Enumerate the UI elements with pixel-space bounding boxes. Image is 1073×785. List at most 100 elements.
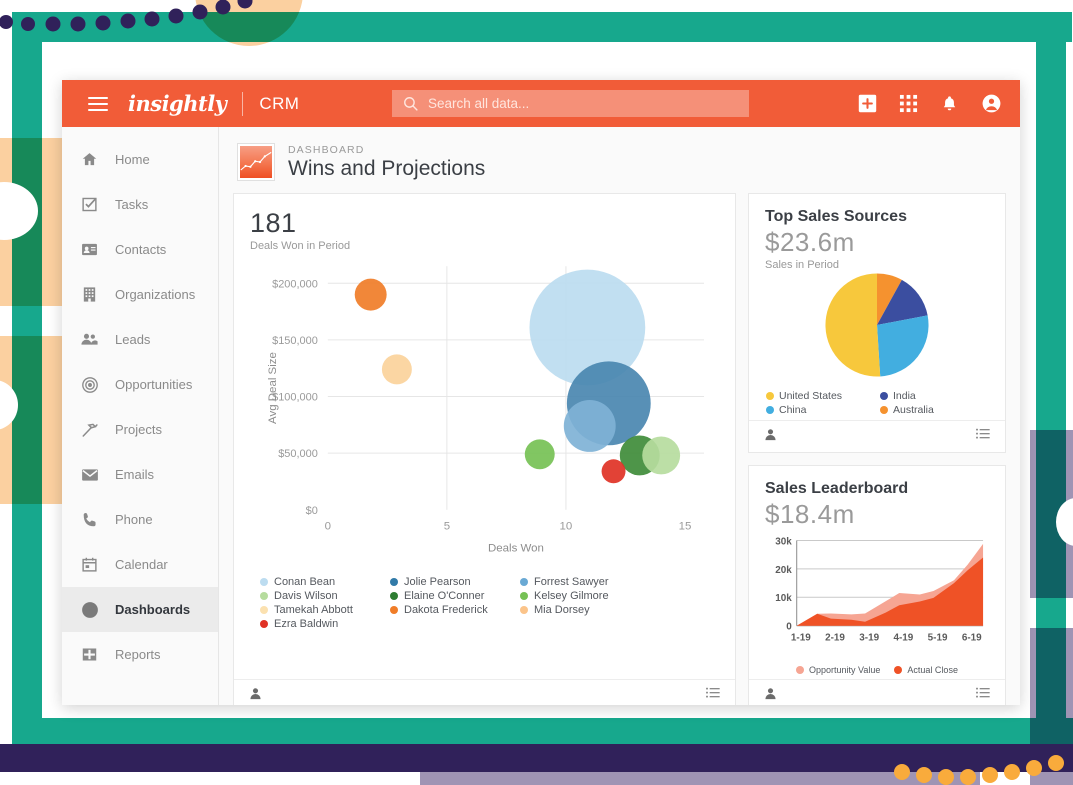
svg-text:2-19: 2-19 [825,633,845,644]
list-view-icon[interactable] [975,426,991,447]
sidebar-item-phone[interactable]: Phone [62,497,218,542]
area-chart[interactable]: 0 10k 20k 30k 1-19 2-19 3-19 4-19 5-19 6-19 [765,530,989,656]
legend-item[interactable]: Jolie Pearson [390,575,520,589]
legend-item[interactable]: Elaine O'Conner [390,589,520,603]
sidebar-item-label: Leads [115,332,151,347]
insightly-logo[interactable]: insightly [128,91,227,116]
svg-text:0: 0 [786,622,792,633]
legend-label: Conan Bean [274,576,336,588]
sidebar-item-home[interactable]: Home [62,137,218,182]
legend-swatch [260,620,268,628]
contacts-card-icon [80,240,99,259]
legend-label: Elaine O'Conner [404,590,485,602]
legend-item[interactable]: Opportunity Value [796,665,880,675]
legend-swatch [390,606,398,614]
legend-item[interactable]: China [766,404,874,416]
svg-text:0: 0 [325,521,331,533]
legend-item[interactable]: Davis Wilson [260,589,390,603]
area-card-body: Sales Leaderboard $18.4m 0 10k 20k 30k 1-19 2… [749,466,1005,679]
gauge-icon [80,600,99,619]
legend-swatch [766,406,774,414]
user-account-icon[interactable] [981,93,1002,114]
legend-label: Davis Wilson [274,590,338,602]
svg-text:$150,000: $150,000 [272,335,318,347]
sidebar-item-label: Organizations [115,287,196,302]
target-icon [80,375,99,394]
legend-item[interactable]: Ezra Baldwin [260,617,390,631]
sidebar-item-leads[interactable]: Leads [62,317,218,362]
sidebar-item-calendar[interactable]: Calendar [62,542,218,587]
sidebar-item-organizations[interactable]: Organizations [62,272,218,317]
legend-swatch [880,406,888,414]
app-name-label: CRM [259,93,300,113]
legend-item[interactable]: Actual Close [894,665,958,675]
legend-item[interactable]: Conan Bean [260,575,390,589]
sidebar-item-reports[interactable]: Reports [62,632,218,677]
area-card-value: $18.4m [765,499,855,529]
legend-swatch [260,606,268,614]
sidebar-item-dashboards[interactable]: Dashboards [62,587,218,632]
legend-item[interactable]: Australia [880,404,988,416]
insightly-crm-window: insightly CRM Search all data... Home Ta… [62,80,1020,705]
add-icon[interactable] [858,94,877,113]
header-divider [242,91,244,116]
hamburger-icon[interactable] [88,96,108,111]
svg-text:5-19: 5-19 [928,633,948,644]
person-icon[interactable] [763,686,778,706]
search-icon [404,97,418,111]
sidebar-item-tasks[interactable]: Tasks [62,182,218,227]
svg-text:20k: 20k [775,565,792,576]
tasks-check-icon [80,195,99,214]
legend-item[interactable]: India [880,390,988,402]
svg-text:$0: $0 [306,505,318,517]
legend-item[interactable]: Forrest Sawyer [520,575,650,589]
pie-chart[interactable] [765,271,989,379]
bubble-card-footer [234,679,735,705]
phone-icon [80,510,99,529]
sidebar-item-label: Dashboards [115,602,191,617]
legend-item[interactable]: Dakota Frederick [390,603,520,617]
list-view-icon[interactable] [705,685,721,705]
list-view-icon[interactable] [975,685,991,705]
bubble-chart-legend: Conan Bean Jolie Pearson Forrest Sawyer Dav… [250,575,719,637]
sidebar-item-label: Phone [115,512,153,527]
sidebar-item-contacts[interactable]: Contacts [62,227,218,272]
svg-text:1-19: 1-19 [791,633,811,644]
apps-grid-icon[interactable] [899,94,918,113]
notifications-bell-icon[interactable] [940,94,959,113]
person-icon[interactable] [763,427,778,447]
svg-text:10k: 10k [775,593,792,604]
legend-item[interactable]: Mia Dorsey [520,603,650,617]
legend-label: Ezra Baldwin [274,618,339,630]
svg-text:10: 10 [560,521,573,533]
card-top-sales-sources: Top Sales Sources $23.6m Sales in Period… [748,193,1006,453]
reports-icon [80,645,99,664]
legend-swatch [880,392,888,400]
svg-text:4-19: 4-19 [893,633,913,644]
legend-item[interactable]: Tamekah Abbott [260,603,390,617]
app-top-bar: insightly CRM Search all data... [62,80,1020,127]
page-header: DASHBOARD Wins and Projections [237,143,1006,181]
legend-item[interactable]: United States [766,390,874,402]
hammer-icon [80,420,99,439]
calendar-icon [80,555,99,574]
pie-card-footer [749,420,1005,452]
sidebar-item-label: Home [115,152,150,167]
person-icon[interactable] [248,686,263,706]
legend-label: China [779,404,807,416]
pie-card-value: $23.6m [765,227,855,257]
legend-label: Kelsey Gilmore [534,590,609,602]
svg-text:$100,000: $100,000 [272,392,318,404]
sidebar-item-opportunities[interactable]: Opportunities [62,362,218,407]
legend-item[interactable]: Kelsey Gilmore [520,589,650,603]
sidebar-item-projects[interactable]: Projects [62,407,218,452]
sidebar-item-label: Projects [115,422,162,437]
svg-text:15: 15 [679,521,692,533]
svg-text:$50,000: $50,000 [278,448,318,460]
search-input[interactable]: Search all data... [392,90,749,117]
legend-swatch [796,666,805,674]
legend-swatch [260,578,268,586]
area-card-title: Sales Leaderboard [765,480,909,497]
sidebar-item-emails[interactable]: Emails [62,452,218,497]
bubble-chart[interactable]: $0 $50,000 $100,000 $150,000 $200,000 0 5 10 15 A… [250,252,719,570]
